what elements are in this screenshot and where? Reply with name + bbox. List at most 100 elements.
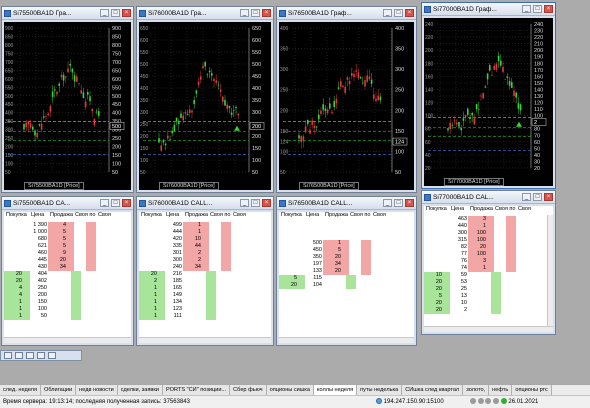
maximize-button[interactable]: □ xyxy=(251,199,260,207)
bid-volume-cell[interactable]: 20 xyxy=(4,278,23,285)
quotes-window-4[interactable]: Si77000BA1D CAL... _ □ × Покупка Цена Продажа С… xyxy=(421,190,556,335)
workspace-tab[interactable]: опционы ртс xyxy=(512,385,552,395)
price-cell[interactable]: 100 xyxy=(29,306,48,313)
price-cell[interactable]: 123 xyxy=(164,306,183,313)
quote-table[interactable]: Покупка Цена Продажа Своя по Своя 500 1 450 5 350… xyxy=(279,212,414,343)
minimized-window-icon[interactable] xyxy=(26,352,34,359)
price-cell[interactable]: 460 xyxy=(29,250,48,257)
close-button[interactable]: × xyxy=(544,193,553,201)
minimize-button[interactable]: _ xyxy=(383,9,392,17)
ask-volume-cell[interactable]: 1 xyxy=(468,265,487,272)
bid-volume-cell[interactable]: 1 xyxy=(139,285,158,292)
maximize-button[interactable]: □ xyxy=(533,5,542,13)
window-titlebar[interactable]: Si76000BA1D Гра... _ □ × xyxy=(137,7,273,20)
column-header[interactable]: Продажа xyxy=(323,212,348,221)
price-cell[interactable]: 76 xyxy=(449,258,468,265)
workspace-tab[interactable]: Сбер фьюч xyxy=(230,385,267,395)
bid-volume-cell[interactable]: 20 xyxy=(424,286,443,293)
minimize-button[interactable]: _ xyxy=(522,5,531,13)
workspace-tab[interactable]: недв новости xyxy=(76,385,118,395)
chart-window-3[interactable]: Si76500BA1D Граф... _ □ × 400 400 350 350 300 300… xyxy=(276,6,417,193)
price-cell[interactable]: 499 xyxy=(164,222,183,229)
bid-volume-cell[interactable]: 1 xyxy=(139,299,158,306)
quotes-window-2[interactable]: Si76000BA1D CALL... _ □ × Покупка Цена Продажа… xyxy=(136,196,274,346)
window-titlebar[interactable]: Si77000BA1D Граф... _ □ × xyxy=(422,3,555,16)
price-cell[interactable]: 315 xyxy=(449,237,468,244)
workspace-tab[interactable]: путы неделька xyxy=(357,385,403,395)
price-cell[interactable]: 2 xyxy=(449,307,468,314)
price-cell[interactable]: 10 xyxy=(449,300,468,307)
price-cell[interactable]: 500 xyxy=(304,240,323,247)
maximize-button[interactable]: □ xyxy=(533,193,542,201)
minimize-button[interactable]: _ xyxy=(522,193,531,201)
close-button[interactable]: × xyxy=(544,5,553,13)
horizontal-scrollbar[interactable] xyxy=(424,326,553,332)
ask-volume-cell[interactable]: 20 xyxy=(323,268,342,275)
bid-volume-cell[interactable]: 10 xyxy=(424,272,443,279)
price-cell[interactable]: 115 xyxy=(304,275,323,282)
price-cell[interactable]: 74 xyxy=(449,265,468,272)
bid-volume-cell[interactable]: 20 xyxy=(4,271,23,278)
horizontal-scrollbar[interactable] xyxy=(279,337,414,343)
workspace-tab[interactable]: PORTS "СИ" позиции... xyxy=(162,385,231,395)
ask-volume-cell[interactable]: 5 xyxy=(323,247,342,254)
price-cell[interactable]: 133 xyxy=(304,268,323,275)
price-cell[interactable]: 430 xyxy=(29,264,48,271)
bid-volume-cell[interactable]: 1 xyxy=(139,292,158,299)
column-header[interactable]: Продажа xyxy=(183,212,208,221)
window-titlebar[interactable]: Si76000BA1D CALL... _ □ × xyxy=(137,197,273,210)
minimized-window-icon[interactable] xyxy=(4,352,12,359)
workspace-tab[interactable]: СИшка след квартал xyxy=(402,385,464,395)
ask-volume-cell[interactable]: 20 xyxy=(468,244,487,251)
ask-volume-cell[interactable]: 100 xyxy=(468,230,487,237)
price-cell[interactable]: 1 390 xyxy=(29,222,48,229)
ask-volume-cell[interactable]: 2 xyxy=(183,250,202,257)
minimized-window-icon[interactable] xyxy=(37,352,45,359)
price-cell[interactable]: 444 xyxy=(164,229,183,236)
price-cell[interactable]: 420 xyxy=(164,236,183,243)
ask-volume-cell[interactable]: 100 xyxy=(468,251,487,258)
ask-volume-cell[interactable]: 34 xyxy=(183,264,202,271)
ask-volume-cell[interactable]: 44 xyxy=(183,243,202,250)
close-button[interactable]: × xyxy=(405,199,414,207)
price-cell[interactable]: 134 xyxy=(164,299,183,306)
price-cell[interactable]: 104 xyxy=(304,282,323,289)
column-header[interactable]: Цена xyxy=(29,212,48,221)
ask-volume-cell[interactable]: 1 xyxy=(183,229,202,236)
ask-volume-cell[interactable]: 1 xyxy=(183,222,202,229)
maximize-button[interactable]: □ xyxy=(251,9,260,17)
price-cell[interactable]: 300 xyxy=(164,257,183,264)
quote-table[interactable]: Покупка Цена Продажа Своя по Своя 499 1 444 1 420… xyxy=(139,212,271,343)
column-header[interactable]: Своя по xyxy=(493,206,516,215)
quote-table[interactable]: Покупка Цена Продажа Своя по Своя 463 3 440 1 300… xyxy=(424,206,553,332)
minimize-button[interactable]: _ xyxy=(240,199,249,207)
price-cell[interactable]: 450 xyxy=(304,247,323,254)
price-cell[interactable]: 621 xyxy=(29,243,48,250)
close-button[interactable]: × xyxy=(262,9,271,17)
maximize-button[interactable]: □ xyxy=(111,199,120,207)
price-cell[interactable]: 111 xyxy=(164,313,183,320)
price-cell[interactable]: 300 xyxy=(449,230,468,237)
column-header[interactable]: Покупка xyxy=(139,212,164,221)
ask-volume-cell[interactable]: 2 xyxy=(183,257,202,264)
price-cell[interactable]: 82 xyxy=(449,244,468,251)
column-header[interactable]: Своя xyxy=(516,206,534,215)
price-cell[interactable]: 200 xyxy=(29,292,48,299)
bid-volume-cell[interactable]: 1 xyxy=(4,306,23,313)
price-cell[interactable]: 165 xyxy=(164,285,183,292)
chart-window-2[interactable]: Si76000BA1D Гра... _ □ × 650 650 600 600 550 550 5… xyxy=(136,6,274,193)
price-cell[interactable]: 402 xyxy=(29,278,48,285)
column-header[interactable]: Своя xyxy=(96,212,114,221)
price-cell[interactable]: 301 xyxy=(164,250,183,257)
price-cell[interactable]: 335 xyxy=(164,243,183,250)
minimize-button[interactable]: _ xyxy=(240,9,249,17)
close-button[interactable]: × xyxy=(122,9,131,17)
price-cell[interactable]: 404 xyxy=(29,271,48,278)
quotes-window-3[interactable]: Si76500BA1D CALL... _ □ × Покупка Цена Продажа… xyxy=(276,196,417,346)
bid-volume-cell[interactable]: 1 xyxy=(139,306,158,313)
bid-volume-cell[interactable]: 20 xyxy=(424,300,443,307)
workspace-tab[interactable]: коллы неделя xyxy=(313,385,358,395)
window-titlebar[interactable]: Si76500BA1D CALL... _ □ × xyxy=(277,197,416,210)
ask-volume-cell[interactable]: 3 xyxy=(468,216,487,223)
column-header[interactable]: Цена xyxy=(449,206,468,215)
